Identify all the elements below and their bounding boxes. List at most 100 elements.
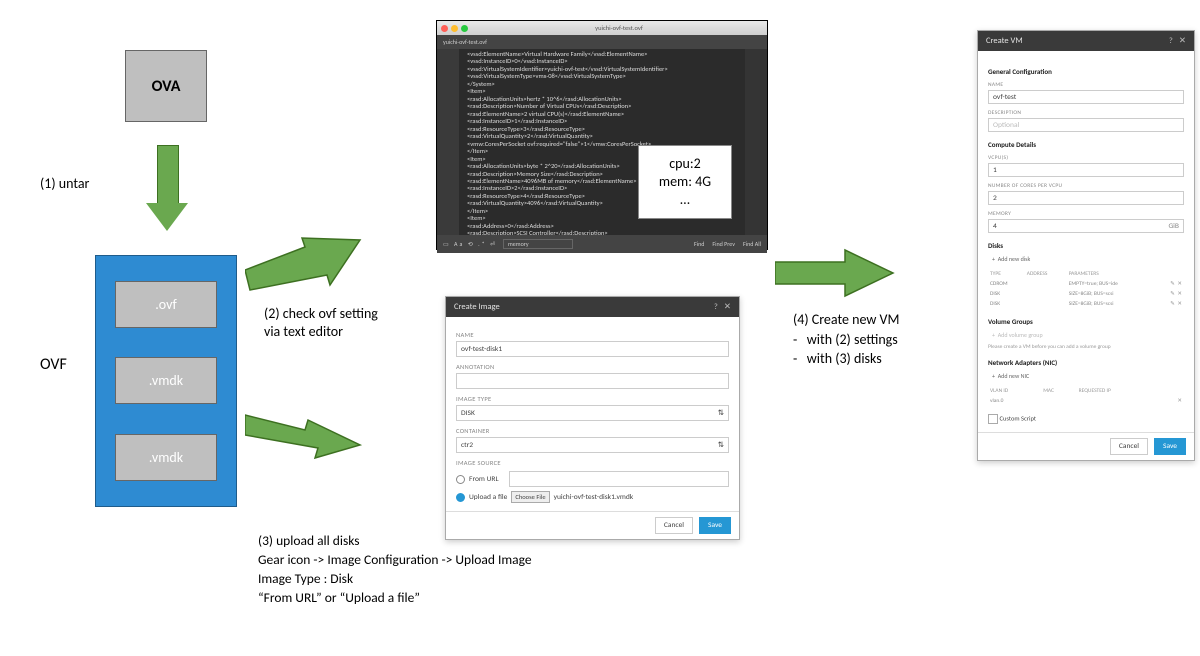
table-row: vlan.0 ✕ (988, 396, 1184, 406)
vcpus-label: VCPU(S) (988, 155, 1184, 161)
step4-line2: - with (2) settings (793, 330, 899, 350)
upload-file-label: Upload a file (469, 493, 507, 502)
dialog-header: Create VM ? ✕ (978, 31, 1194, 51)
delete-icon[interactable]: ✕ (1177, 301, 1182, 307)
vmdk-file: .vmdk (115, 434, 217, 481)
name-label: NAME (988, 82, 1184, 88)
section-volgroups: Volume Groups (988, 317, 1184, 326)
edit-icon[interactable]: ✎ (1170, 281, 1175, 287)
cancel-button[interactable]: Cancel (655, 517, 693, 534)
editor-statusbar: ▭ Aa ⟲ .* ⏎ memory Find Find Prev Find A… (437, 235, 767, 253)
name-label: NAME (456, 331, 729, 339)
close-icon[interactable] (441, 25, 448, 32)
ovf-label: OVF (40, 355, 67, 374)
help-icon[interactable]: ? (1169, 36, 1173, 46)
section-general: General Configuration (988, 67, 1184, 76)
delete-icon[interactable]: ✕ (1177, 398, 1182, 404)
line-gutter (437, 49, 459, 235)
col-reqip: REQUESTED IP (1077, 386, 1164, 396)
vg-note: Please create a VM before you can add a … (988, 344, 1184, 350)
step2-line1: (2) check ovf setting (264, 305, 378, 323)
step4-label: (4) Create new VM - with (2) settings - … (793, 310, 899, 369)
from-url-radio[interactable] (456, 475, 465, 484)
edit-icon[interactable]: ✎ (1170, 301, 1175, 307)
from-url-input[interactable] (509, 471, 729, 487)
step3-line4: “From URL” or “Upload a file” (258, 589, 532, 608)
help-icon[interactable]: ? (714, 302, 718, 312)
step1-label: (1) untar (40, 175, 89, 192)
upload-file-radio[interactable] (456, 493, 465, 502)
cancel-button[interactable]: Cancel (1110, 438, 1148, 455)
maximize-icon[interactable] (461, 25, 468, 32)
cores-label: NUMBER OF CORES PER VCPU (988, 183, 1184, 189)
name-input[interactable]: ovf-test-disk1 (456, 341, 729, 357)
create-image-dialog: Create Image ? ✕ NAME ovf-test-disk1 ANN… (445, 296, 740, 540)
add-disk-button[interactable]: + Add new disk (988, 253, 1034, 265)
description-label: DESCRIPTION (988, 110, 1184, 116)
table-row: DISKSIZE=8GiB; BUS=scsi✎ ✕ (988, 289, 1184, 299)
add-volume-group-button[interactable]: + Add volume group (988, 329, 1047, 341)
chosen-file-name: yuichi-ovf-test-disk1.vmdk (554, 493, 634, 502)
memory-input[interactable]: 4GiB (988, 219, 1184, 233)
disks-table: TYPE ADDRESS PARAMETERS CDROMEMPTY=true;… (988, 269, 1184, 309)
text-editor-window: yuichi-ovf-test.ovf yuichi-ovf-test.ovf … (436, 20, 768, 250)
edit-icon[interactable]: ✎ (1170, 291, 1175, 297)
arrow-create-vm (775, 248, 895, 298)
table-row: DISKSIZE=8GiB; BUS=scsi✎ ✕ (988, 299, 1184, 309)
save-button[interactable]: Save (1154, 438, 1186, 455)
editor-tab[interactable]: yuichi-ovf-test.ovf (437, 35, 767, 49)
chevron-updown-icon: ⇅ (718, 408, 724, 418)
cores-input[interactable]: 2 (988, 191, 1184, 205)
col-params: PARAMETERS (1067, 269, 1157, 279)
arrow-untar (150, 145, 184, 235)
delete-icon[interactable]: ✕ (1177, 281, 1182, 287)
vcpus-input[interactable]: 1 (988, 163, 1184, 177)
col-mac: MAC (1041, 386, 1076, 396)
memory-label: MEMORY (988, 211, 1184, 217)
vm-desc-input[interactable]: Optional (988, 118, 1184, 132)
find-button[interactable]: Find (694, 240, 704, 248)
step4-line3: - with (3) disks (793, 349, 899, 369)
editor-line: </System> (467, 81, 739, 88)
save-button[interactable]: Save (699, 517, 731, 534)
ovf-file: .ovf (115, 281, 217, 328)
image-type-select[interactable]: DISK⇅ (456, 405, 729, 421)
step2-line2: via text editor (264, 323, 378, 341)
editor-body[interactable]: <vssd:ElementName>Virtual Hardware Famil… (437, 49, 767, 235)
dialog-header: Create Image ? ✕ (446, 297, 739, 317)
dialog-title: Create VM (986, 36, 1023, 46)
container-label: CONTAINER (456, 427, 729, 435)
close-icon[interactable]: ✕ (724, 302, 731, 312)
step3-line3: Image Type : Disk (258, 570, 532, 589)
window-title: yuichi-ovf-test.ovf (471, 24, 767, 32)
container-select[interactable]: ctr2⇅ (456, 437, 729, 453)
close-icon[interactable]: ✕ (1179, 36, 1186, 46)
minimap (745, 49, 767, 235)
chevron-updown-icon: ⇅ (718, 440, 724, 450)
arrow-upload-disks (245, 400, 365, 460)
col-type: TYPE (988, 269, 1025, 279)
from-url-label: From URL (469, 475, 499, 484)
annotation-input[interactable] (456, 373, 729, 389)
editor-line: <vssd:VirtualSystemType>vmx-08</vssd:Vir… (467, 73, 739, 80)
find-all-button[interactable]: Find All (743, 240, 761, 248)
add-nic-button[interactable]: + Add new NIC (988, 370, 1033, 382)
create-vm-dialog: Create VM ? ✕ General Configuration NAME… (977, 30, 1195, 461)
vm-name-input[interactable]: ovf-test (988, 90, 1184, 104)
section-disks: Disks (988, 241, 1184, 250)
image-source-label: IMAGE SOURCE (456, 459, 729, 467)
step3-line2: Gear icon -> Image Configuration -> Uplo… (258, 551, 532, 570)
vmdk-file: .vmdk (115, 357, 217, 404)
find-prev-button[interactable]: Find Prev (712, 240, 735, 248)
delete-icon[interactable]: ✕ (1177, 291, 1182, 297)
custom-script-checkbox[interactable] (988, 414, 998, 424)
minimize-icon[interactable] (451, 25, 458, 32)
table-row: CDROMEMPTY=true; BUS=ide✎ ✕ (988, 279, 1184, 289)
ovf-summary-popup: cpu:2 mem: 4G … (638, 145, 732, 219)
step3-label: (3) upload all disks Gear icon -> Image … (258, 532, 532, 608)
dialog-title: Create Image (454, 302, 500, 312)
choose-file-button[interactable]: Choose File (511, 491, 549, 503)
summary-mem: mem: 4G (639, 174, 731, 190)
editor-toolbar-icons[interactable]: ▭ Aa ⟲ .* ⏎ (443, 240, 497, 248)
search-input[interactable]: memory (503, 239, 573, 249)
